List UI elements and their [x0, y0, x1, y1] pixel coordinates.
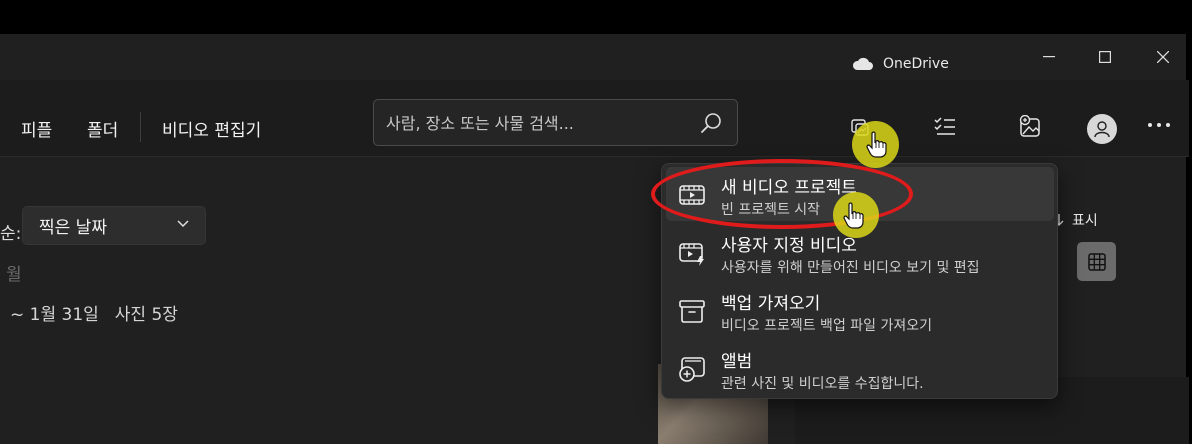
more-options-button[interactable]	[1148, 123, 1170, 127]
search-icon[interactable]	[700, 112, 722, 134]
menu-item-title: 사용자 지정 비디오	[721, 236, 857, 256]
hand-cursor-icon	[843, 202, 864, 229]
sort-label: 순:	[0, 224, 22, 244]
minimize-icon	[1043, 56, 1055, 58]
menu-item-album[interactable]: 앨범 관련 사진 및 비디오를 수집합니다.	[666, 341, 1054, 395]
cloud-icon	[852, 57, 873, 70]
date-range: ~ 1월 31일	[10, 305, 99, 325]
sort-dropdown[interactable]: 찍은 날짜	[22, 206, 206, 245]
title-bar: OneDrive	[0, 34, 1189, 80]
search-box[interactable]	[373, 99, 738, 146]
hand-cursor-icon	[866, 131, 887, 158]
sort-value: 찍은 날짜	[39, 218, 107, 238]
add-photo-icon	[1019, 115, 1040, 137]
nav-video-editor[interactable]: 비디오 편집기	[162, 116, 261, 141]
view-toggle-label[interactable]: 표시	[1054, 210, 1098, 230]
menu-item-import-backup[interactable]: 백업 가져오기 비디오 프로젝트 백업 파일 가져오기	[666, 283, 1054, 337]
menu-item-title: 백업 가져오기	[721, 294, 821, 314]
desktop-top-strip	[0, 0, 1192, 34]
grid-view-button[interactable]	[1077, 242, 1116, 281]
search-input[interactable]	[386, 109, 686, 137]
close-button[interactable]	[1140, 44, 1186, 70]
photo-count: 사진 5장	[114, 305, 178, 325]
grid-icon	[1087, 252, 1106, 271]
close-icon	[1157, 51, 1169, 63]
chevron-down-icon	[177, 220, 189, 228]
date-group-header: ~ 1월 31일 사진 5장	[10, 300, 178, 325]
nav-folders[interactable]: 폴더	[87, 116, 118, 141]
toolbar: 피플 폴더 비디오 편집기	[0, 80, 1189, 157]
add-photo-button[interactable]	[1013, 110, 1047, 144]
more-icon	[1148, 123, 1152, 127]
onedrive-status[interactable]: OneDrive	[852, 56, 949, 72]
view-label: 표시	[1072, 213, 1098, 229]
user-icon	[1094, 121, 1110, 138]
auto-video-icon	[679, 243, 704, 266]
menu-item-subtitle: 비디오 프로젝트 백업 파일 가져오기	[721, 318, 932, 334]
avatar[interactable]	[1087, 114, 1117, 144]
menu-item-title: 앨범	[721, 352, 753, 372]
select-icon	[934, 117, 955, 135]
select-button[interactable]	[928, 110, 962, 144]
onedrive-label: OneDrive	[883, 56, 949, 72]
archive-icon	[679, 300, 705, 323]
maximize-button[interactable]	[1082, 44, 1128, 70]
minimize-button[interactable]	[1026, 44, 1072, 70]
maximize-icon	[1099, 51, 1111, 63]
album-add-icon	[679, 357, 705, 382]
nav-divider	[140, 112, 141, 142]
menu-item-subtitle: 사용자를 위해 만들어진 비디오 보기 및 편집	[721, 260, 980, 276]
menu-item-subtitle: 관련 사진 및 비디오를 수집합니다.	[721, 376, 924, 392]
nav-people[interactable]: 피플	[21, 116, 52, 141]
month-header: 월	[6, 265, 22, 285]
